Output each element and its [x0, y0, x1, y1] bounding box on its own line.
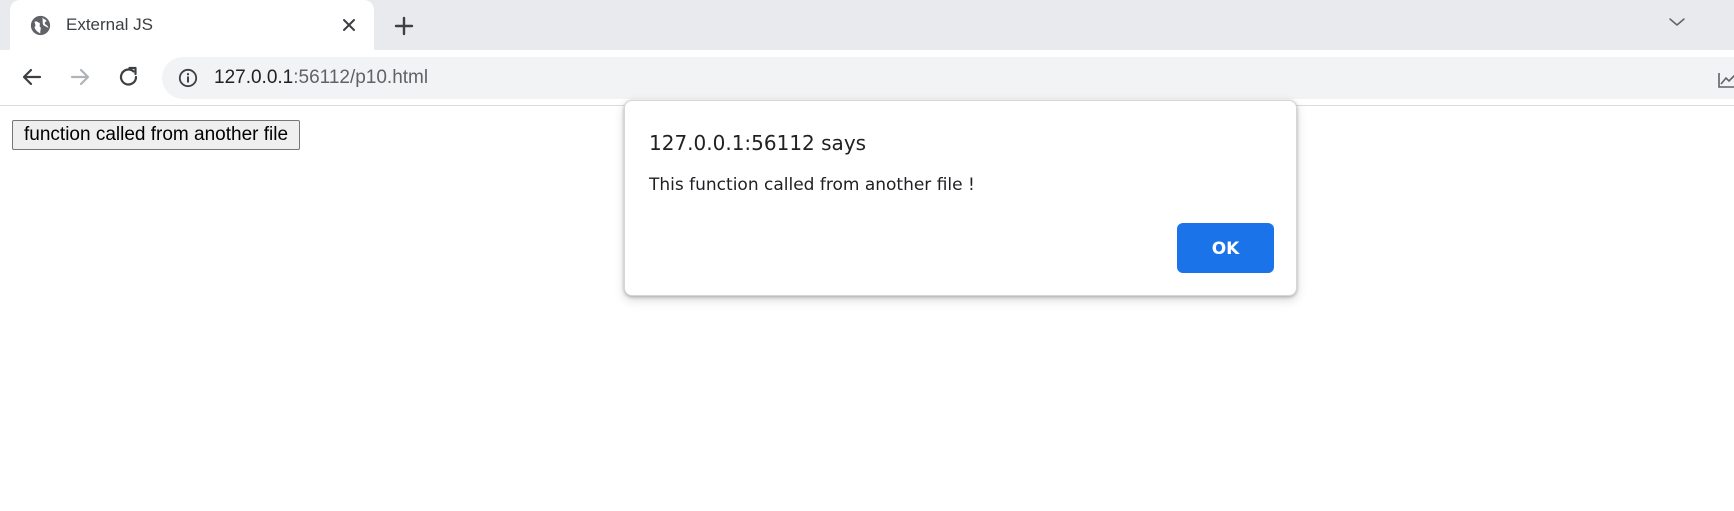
- close-icon[interactable]: [339, 15, 359, 35]
- info-icon[interactable]: [178, 68, 198, 88]
- reload-icon[interactable]: [115, 63, 143, 91]
- alert-dialog: 127.0.0.1:56112 says This function calle…: [624, 100, 1297, 296]
- dialog-title: 127.0.0.1:56112 says: [649, 131, 867, 155]
- address-bar[interactable]: 127.0.0.1:56112/p10.html: [162, 57, 1734, 99]
- forward-arrow-icon[interactable]: [66, 63, 94, 91]
- url-text[interactable]: 127.0.0.1:56112/p10.html: [214, 68, 428, 88]
- back-arrow-icon[interactable]: [18, 63, 46, 91]
- chart-icon[interactable]: [1716, 70, 1734, 90]
- plus-icon[interactable]: [392, 14, 416, 38]
- globe-icon: [30, 15, 51, 36]
- url-host: 127.0.0.1: [214, 67, 294, 88]
- tab-title: External JS: [66, 15, 153, 34]
- call-function-button[interactable]: function called from another file: [12, 120, 301, 150]
- ok-button[interactable]: OK: [1177, 223, 1274, 273]
- browser-tab[interactable]: External JS: [10, 0, 374, 50]
- dialog-message: This function called from another file !: [649, 175, 975, 195]
- chevron-down-icon[interactable]: [1667, 12, 1687, 32]
- url-path: :56112/p10.html: [293, 67, 429, 88]
- toolbar: 127.0.0.1:56112/p10.html: [0, 50, 1734, 106]
- tab-strip: External JS: [0, 0, 1734, 50]
